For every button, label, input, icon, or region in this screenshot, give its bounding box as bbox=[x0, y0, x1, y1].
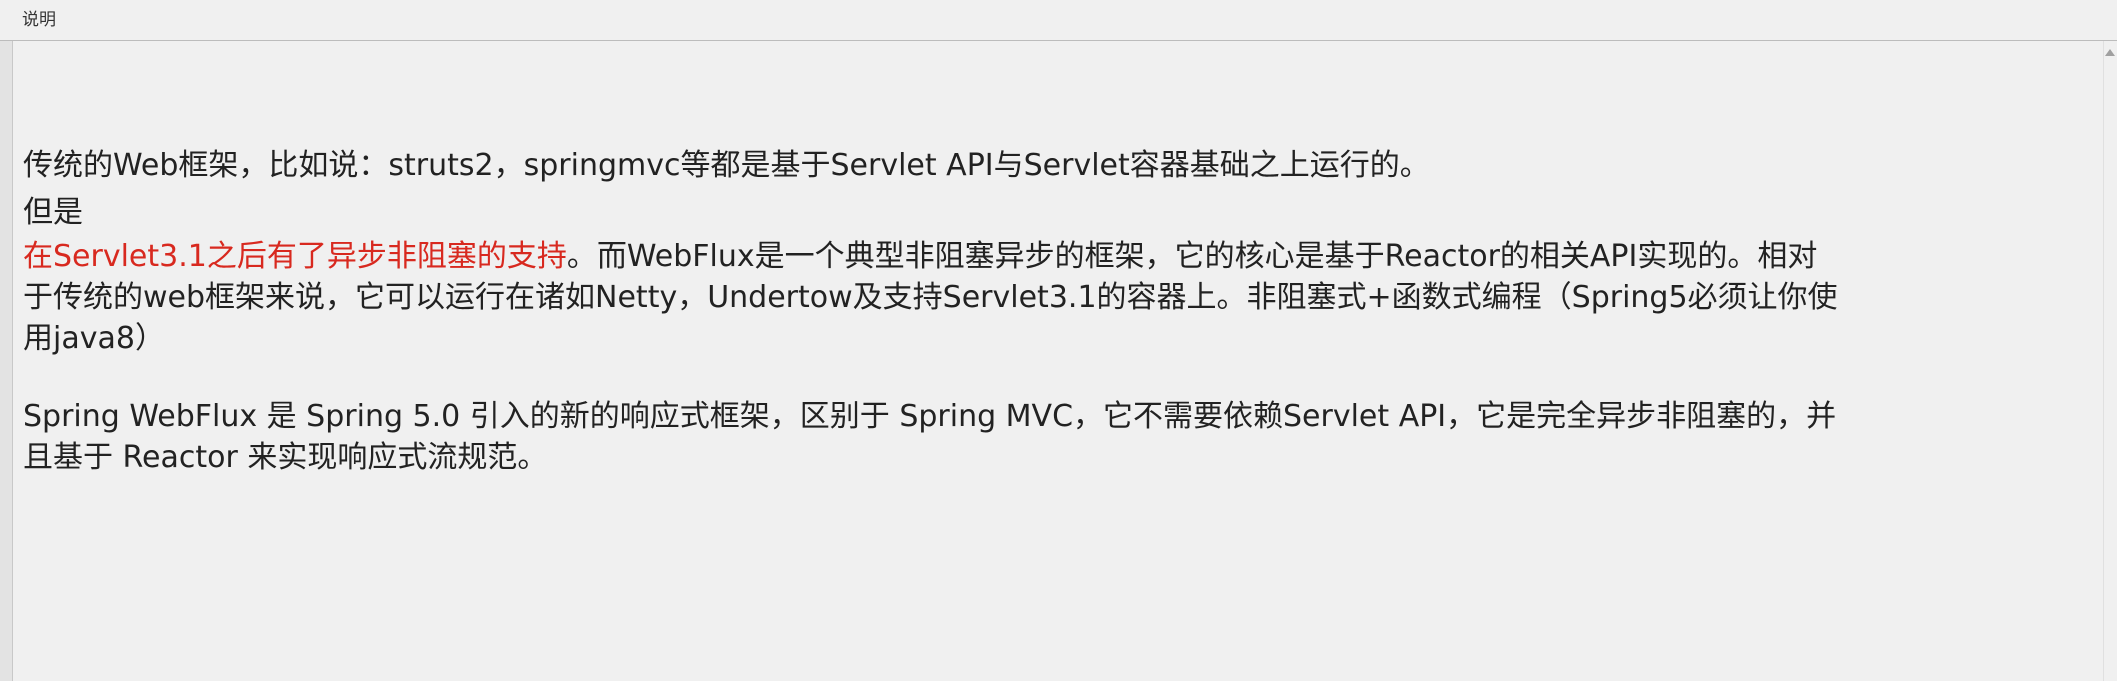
paragraph-text: 。而WebFlux是一个典型非阻塞异步的框架，它的核心是基于Reactor的相关… bbox=[566, 239, 1818, 274]
paragraph-webflux-intro-line1: 在Servlet3.1之后有了异步非阻塞的支持。而WebFlux是一个典型非阻塞… bbox=[23, 236, 2103, 277]
window-titlebar: 说明 bbox=[0, 0, 2117, 41]
highlighted-text: 在Servlet3.1之后有了异步非阻塞的支持 bbox=[23, 239, 567, 274]
vertical-scrollbar[interactable] bbox=[2103, 41, 2117, 681]
paragraph-traditional-frameworks: 传统的Web框架，比如说：struts2，springmvc等都是基于Servl… bbox=[23, 148, 1430, 183]
paragraph-spring-webflux-line1: Spring WebFlux 是 Spring 5.0 引入的新的响应式框架，区… bbox=[23, 399, 1837, 434]
scroll-up-arrow-icon[interactable] bbox=[2105, 49, 2115, 56]
paragraph-webflux-intro-line3: 用java8） bbox=[23, 321, 165, 356]
text-content-area[interactable]: 传统的Web框架，比如说：struts2，springmvc等都是基于Servl… bbox=[13, 41, 2103, 681]
paragraph-spring-webflux-line2: 且基于 Reactor 来实现响应式流规范。 bbox=[23, 440, 548, 475]
window-title: 说明 bbox=[22, 10, 56, 30]
left-border bbox=[0, 41, 13, 681]
description-window: 说明 传统的Web框架，比如说：struts2，springmvc等都是基于Se… bbox=[0, 0, 2117, 681]
paragraph-but: 但是 bbox=[23, 195, 83, 230]
paragraph-webflux-intro-line2: 于传统的web框架来说，它可以运行在诸如Netty，Undertow及支持Ser… bbox=[23, 280, 1838, 315]
